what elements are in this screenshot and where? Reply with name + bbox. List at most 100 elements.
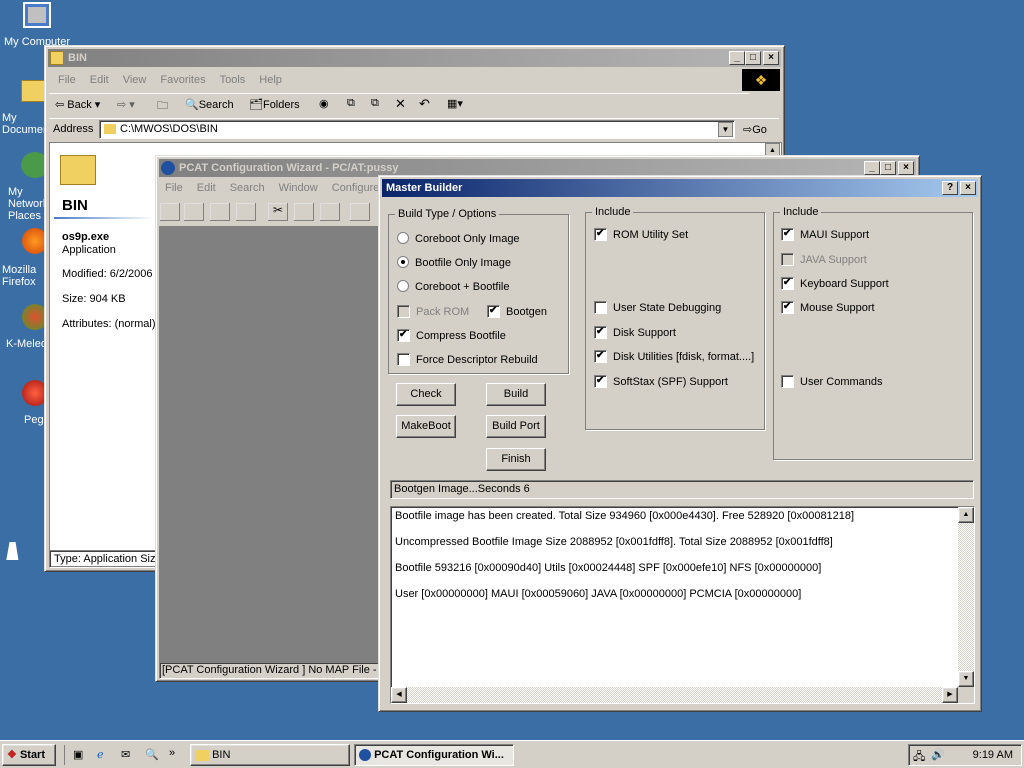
radio-indicator (397, 280, 409, 293)
build-button[interactable]: Build (486, 383, 546, 406)
undo-icon[interactable]: ↶ (419, 96, 430, 112)
horizontal-scrollbar[interactable]: ◀ ▶ (391, 687, 958, 703)
checkbox-label: Force Descriptor Rebuild (416, 354, 538, 366)
menu-help[interactable]: Help (252, 71, 289, 89)
build-type-group: Build Type / Options Coreboot Only Image… (388, 208, 569, 374)
menu-tools[interactable]: Tools (213, 71, 253, 89)
views-icon[interactable]: ▦▾ (447, 97, 463, 110)
clock[interactable]: 9:19 AM (973, 749, 1013, 761)
checkbox-user-state-debugging[interactable]: User State Debugging (594, 300, 721, 315)
checkbox-indicator (781, 374, 794, 388)
ie-icon[interactable]: ℯ (97, 748, 104, 761)
quick-launch: ▣ ℯ ✉ 🔍 » (64, 745, 182, 765)
vertical-scrollbar[interactable]: ▲ ▼ (958, 507, 974, 687)
radio-coreboot-bootfile[interactable]: Coreboot + Bootfile (397, 280, 509, 294)
build-port-button[interactable]: Build Port (486, 415, 546, 438)
scroll-right-button[interactable]: ▶ (942, 687, 958, 703)
menu-search[interactable]: Search (223, 179, 272, 197)
menu-file[interactable]: File (158, 179, 190, 197)
copy-icon[interactable] (293, 202, 315, 222)
checkbox-label: Disk Utilities [fdisk, format....] (613, 351, 755, 363)
start-button[interactable]: ❖ Start (2, 744, 56, 766)
checkbox-indicator (781, 276, 794, 290)
explorer-title-bar[interactable]: BIN _ □ × (48, 49, 781, 67)
menu-file[interactable]: File (51, 71, 83, 89)
finish-button[interactable]: Finish (486, 448, 546, 471)
delete-icon[interactable]: ✕ (395, 96, 406, 112)
makeboot-button[interactable]: MakeBoot (396, 415, 456, 438)
task-bin[interactable]: BIN (190, 744, 350, 766)
checkbox-disk-support[interactable]: Disk Support (594, 325, 676, 340)
forward-button[interactable]: ⇨ ▾ (117, 98, 135, 111)
folder-icon (195, 749, 209, 761)
new-file-icon[interactable] (159, 202, 181, 222)
checkbox-bootgen[interactable]: Bootgen (487, 304, 547, 319)
checkbox-softstax[interactable]: SoftStax (SPF) Support (594, 374, 728, 389)
show-desktop-icon[interactable]: ▣ (73, 748, 83, 761)
volume-tray-icon[interactable]: 🔊 (931, 748, 945, 761)
scroll-up-button[interactable]: ▲ (958, 507, 974, 523)
open-file-icon[interactable] (183, 202, 205, 222)
checkbox-disk-utilities[interactable]: Disk Utilities [fdisk, format....] (594, 349, 755, 364)
file-type: Application (62, 244, 116, 256)
checkbox-compress-bootfile[interactable]: Compress Bootfile (397, 328, 506, 343)
maximize-button[interactable]: □ (880, 161, 896, 175)
paste-icon[interactable] (319, 202, 341, 222)
menu-edit[interactable]: Edit (83, 71, 116, 89)
menu-view[interactable]: View (116, 71, 154, 89)
close-button[interactable]: × (960, 181, 976, 195)
cut-icon[interactable]: ✂ (267, 202, 289, 222)
checkbox-force-descriptor[interactable]: Force Descriptor Rebuild (397, 352, 538, 367)
radio-bootfile-only[interactable]: Bootfile Only Image (397, 256, 511, 270)
minimize-button[interactable]: _ (729, 51, 745, 65)
log-line: Uncompressed Bootfile Image Size 2088952… (395, 536, 833, 548)
log-line: User [0x00000000] MAUI [0x00059060] JAVA… (395, 588, 802, 600)
checkbox-indicator (594, 227, 607, 241)
menu-edit[interactable]: Edit (190, 179, 223, 197)
history-icon[interactable]: ◉ (319, 97, 329, 110)
checkbox-indicator (781, 300, 794, 314)
folder-name: BIN (62, 197, 88, 214)
print-icon[interactable] (235, 202, 257, 222)
computer-icon (23, 2, 51, 28)
checkbox-indicator (781, 227, 794, 241)
scroll-down-button[interactable]: ▼ (958, 671, 974, 687)
back-button[interactable]: ⇦ Back ▾ (55, 98, 100, 111)
checkbox-label: Pack ROM (416, 306, 470, 318)
build-log-area[interactable]: Bootfile image has been created. Total S… (390, 506, 975, 704)
master-builder-title-bar[interactable]: Master Builder ? × (382, 179, 978, 197)
minimize-button[interactable]: _ (864, 161, 880, 175)
checkbox-rom-utility[interactable]: ROM Utility Set (594, 227, 688, 242)
grid-icon[interactable] (349, 202, 371, 222)
scroll-left-button[interactable]: ◀ (391, 687, 407, 703)
up-folder-icon[interactable]: 🗀 (157, 97, 168, 116)
check-button[interactable]: Check (396, 383, 456, 406)
radio-coreboot-only[interactable]: Coreboot Only Image (397, 232, 520, 246)
network-tray-icon[interactable]: 🖧 (913, 748, 925, 767)
move-to-icon[interactable]: ⧉ (347, 97, 355, 110)
close-button[interactable]: × (898, 161, 914, 175)
help-button[interactable]: ? (942, 181, 958, 195)
checkbox-maui-support[interactable]: MAUI Support (781, 227, 869, 242)
close-button[interactable]: × (763, 51, 779, 65)
outlook-icon[interactable]: ✉ (121, 748, 130, 761)
search-button[interactable]: 🔍Search (185, 98, 234, 111)
save-icon[interactable] (209, 202, 231, 222)
checkbox-keyboard-support[interactable]: Keyboard Support (781, 276, 889, 291)
folders-button[interactable]: 🗂Folders (249, 98, 300, 111)
task-pcat-wizard[interactable]: PCAT Configuration Wi... (354, 744, 514, 766)
checkbox-user-commands[interactable]: User Commands (781, 374, 883, 389)
menu-favorites[interactable]: Favorites (153, 71, 212, 89)
address-input[interactable]: C:\MWOS\DOS\BIN ▼ (99, 120, 735, 139)
checkbox-mouse-support[interactable]: Mouse Support (781, 300, 875, 315)
menu-window[interactable]: Window (272, 179, 325, 197)
more-icon[interactable]: » (169, 747, 175, 759)
maximize-button[interactable]: □ (745, 51, 761, 65)
go-button[interactable]: ⇨Go (743, 123, 767, 136)
desktop-icon-my-computer[interactable]: My Computer (2, 2, 72, 48)
explorer-icon[interactable]: 🔍 (145, 748, 159, 761)
checkbox-indicator (594, 325, 607, 339)
chevron-down-icon[interactable]: ▼ (718, 122, 733, 137)
desktop-icon-label: My Network Places (8, 186, 49, 222)
copy-to-icon[interactable]: ⧉ (371, 97, 379, 110)
